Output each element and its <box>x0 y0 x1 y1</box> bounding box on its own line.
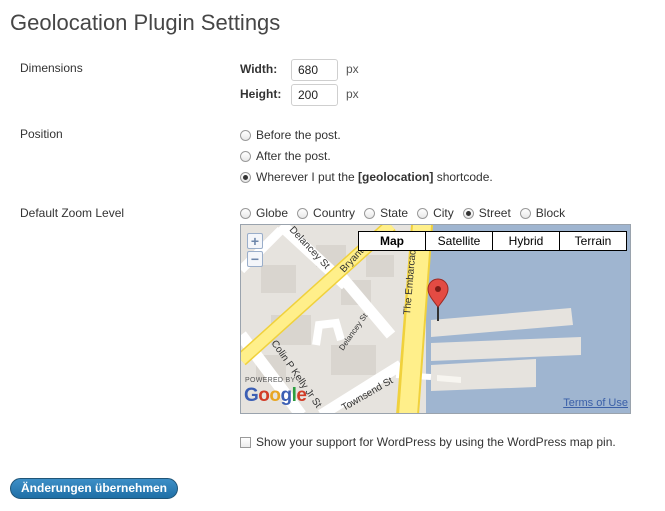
building <box>331 345 376 375</box>
logo-letter: o <box>269 385 281 406</box>
zoom-block-radio[interactable] <box>519 207 531 219</box>
position-before-label: Before the post. <box>256 128 341 142</box>
position-option-before[interactable]: Before the post. <box>240 128 341 142</box>
zoom-country-radio[interactable] <box>297 207 309 219</box>
logo-letter: o <box>258 385 270 406</box>
zoom-options: Globe Country State City Street Block <box>240 206 574 220</box>
position-shortcode-label: Wherever I put the [geolocation] shortco… <box>256 170 493 184</box>
zoom-option-city[interactable]: City <box>417 206 454 220</box>
zoom-option-block[interactable]: Block <box>519 206 566 220</box>
zoom-globe-radio[interactable] <box>240 207 251 219</box>
zoom-option-globe[interactable]: Globe <box>240 206 288 220</box>
terms-of-use-link[interactable]: Terms of Use <box>563 397 628 409</box>
shortcode-tag: [geolocation] <box>358 170 434 184</box>
page-title: Geolocation Plugin Settings <box>10 10 281 35</box>
zoom-city-radio[interactable] <box>417 207 429 219</box>
height-input[interactable] <box>291 84 338 106</box>
logo-letter: e <box>296 385 307 406</box>
google-logo[interactable]: Google <box>244 385 307 407</box>
zoom-state-radio[interactable] <box>364 207 376 219</box>
zoom-option-street[interactable]: Street <box>462 206 511 220</box>
map-zoom-out-button[interactable]: − <box>247 251 263 267</box>
building <box>261 265 296 293</box>
zoom-city-label: City <box>433 206 454 220</box>
zoom-street-radio[interactable] <box>462 207 474 219</box>
position-option-shortcode[interactable]: Wherever I put the [geolocation] shortco… <box>240 170 493 184</box>
street-loop <box>312 318 345 346</box>
zoom-country-label: Country <box>313 206 356 220</box>
support-label: Show your support for WordPress by using… <box>256 435 616 449</box>
zoom-option-country[interactable]: Country <box>297 206 355 220</box>
map-type-satellite-button[interactable]: Satellite <box>425 232 492 250</box>
height-label: Height: <box>240 87 282 101</box>
position-shortcode-radio[interactable] <box>240 171 251 183</box>
position-after-radio[interactable] <box>240 150 251 162</box>
map-type-hybrid-button[interactable]: Hybrid <box>492 232 559 250</box>
zoom-globe-label: Globe <box>256 206 289 220</box>
zoom-state-label: State <box>380 206 409 220</box>
position-label: Position <box>20 127 63 141</box>
position-option-after[interactable]: After the post. <box>240 149 331 163</box>
width-input[interactable] <box>291 59 338 81</box>
logo-letter: G <box>244 385 259 406</box>
zoom-level-label: Default Zoom Level <box>20 206 125 220</box>
position-before-radio[interactable] <box>240 129 251 141</box>
position-after-label: After the post. <box>256 149 331 163</box>
map-preview[interactable]: Delancey St Bryant St The Embarcadero De… <box>240 224 631 414</box>
powered-by-label: POWERED BY <box>245 377 296 384</box>
width-unit: px <box>346 62 359 76</box>
zoom-option-state[interactable]: State <box>364 206 408 220</box>
map-type-terrain-button[interactable]: Terrain <box>559 232 626 250</box>
support-checkbox[interactable] <box>240 436 251 448</box>
map-zoom-in-button[interactable]: + <box>247 233 263 249</box>
zoom-block-label: Block <box>535 206 566 220</box>
dimensions-label: Dimensions <box>20 61 83 75</box>
map-type-map-button[interactable]: Map <box>359 232 425 250</box>
shortcode-label-before: Wherever I put the <box>256 170 359 184</box>
save-changes-button[interactable]: Änderungen übernehmen <box>10 478 179 499</box>
width-label: Width: <box>240 62 278 76</box>
map-type-control: Map Satellite Hybrid Terrain <box>358 231 627 251</box>
support-option[interactable]: Show your support for WordPress by using… <box>240 435 616 449</box>
zoom-street-label: Street <box>478 206 511 220</box>
height-unit: px <box>346 87 359 101</box>
shortcode-label-after: shortcode. <box>433 170 493 184</box>
logo-letter: g <box>280 385 293 406</box>
building <box>366 255 394 277</box>
